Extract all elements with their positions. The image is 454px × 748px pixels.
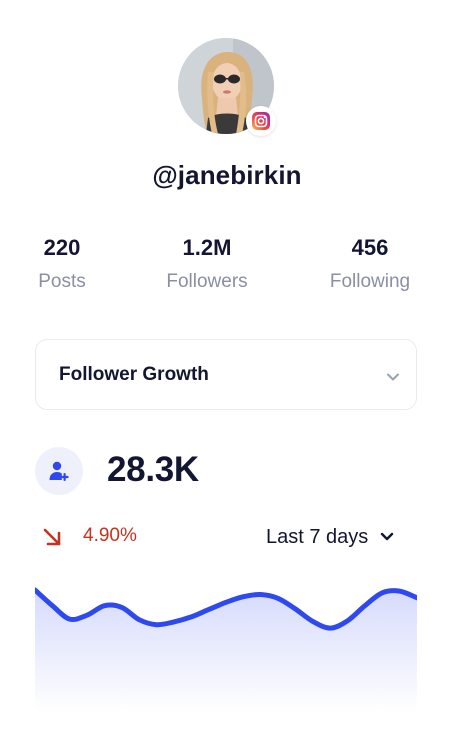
avatar-container[interactable] xyxy=(178,38,276,136)
metric-dropdown-label: Follower Growth xyxy=(59,364,209,385)
arrow-down-right-icon xyxy=(42,527,62,547)
stat-value: 220 xyxy=(43,235,81,260)
stat-following[interactable]: 456 Following xyxy=(310,234,430,294)
period-label: Last 7 days xyxy=(266,525,369,548)
chevron-down-icon xyxy=(380,532,394,542)
follower-growth-sparkline xyxy=(35,587,417,712)
stat-label: Followers xyxy=(166,271,248,292)
metric-value: 28.3K xyxy=(107,450,199,489)
instagram-badge xyxy=(246,106,276,136)
metric-icon-circle xyxy=(35,447,83,495)
stat-value: 456 xyxy=(351,235,389,260)
chevron-down-icon xyxy=(386,369,400,387)
stat-label: Following xyxy=(329,271,411,292)
user-add-icon xyxy=(49,461,69,481)
username: @janebirkin xyxy=(152,160,302,190)
metric-dropdown[interactable]: Follower Growth xyxy=(35,339,417,410)
stat-label: Posts xyxy=(38,271,86,292)
profile-stats-card: @janebirkin 220 Posts 1.2M Followers 456… xyxy=(0,0,454,748)
period-dropdown[interactable]: Last 7 days xyxy=(266,522,394,552)
stat-posts[interactable]: 220 Posts xyxy=(2,234,122,294)
stat-value: 1.2M xyxy=(182,235,232,260)
stat-followers[interactable]: 1.2M Followers xyxy=(147,234,267,294)
change-percent: 4.90% xyxy=(83,525,137,546)
instagram-icon xyxy=(252,112,270,130)
profile-stats: 220 Posts 1.2M Followers 456 Following xyxy=(20,234,434,304)
